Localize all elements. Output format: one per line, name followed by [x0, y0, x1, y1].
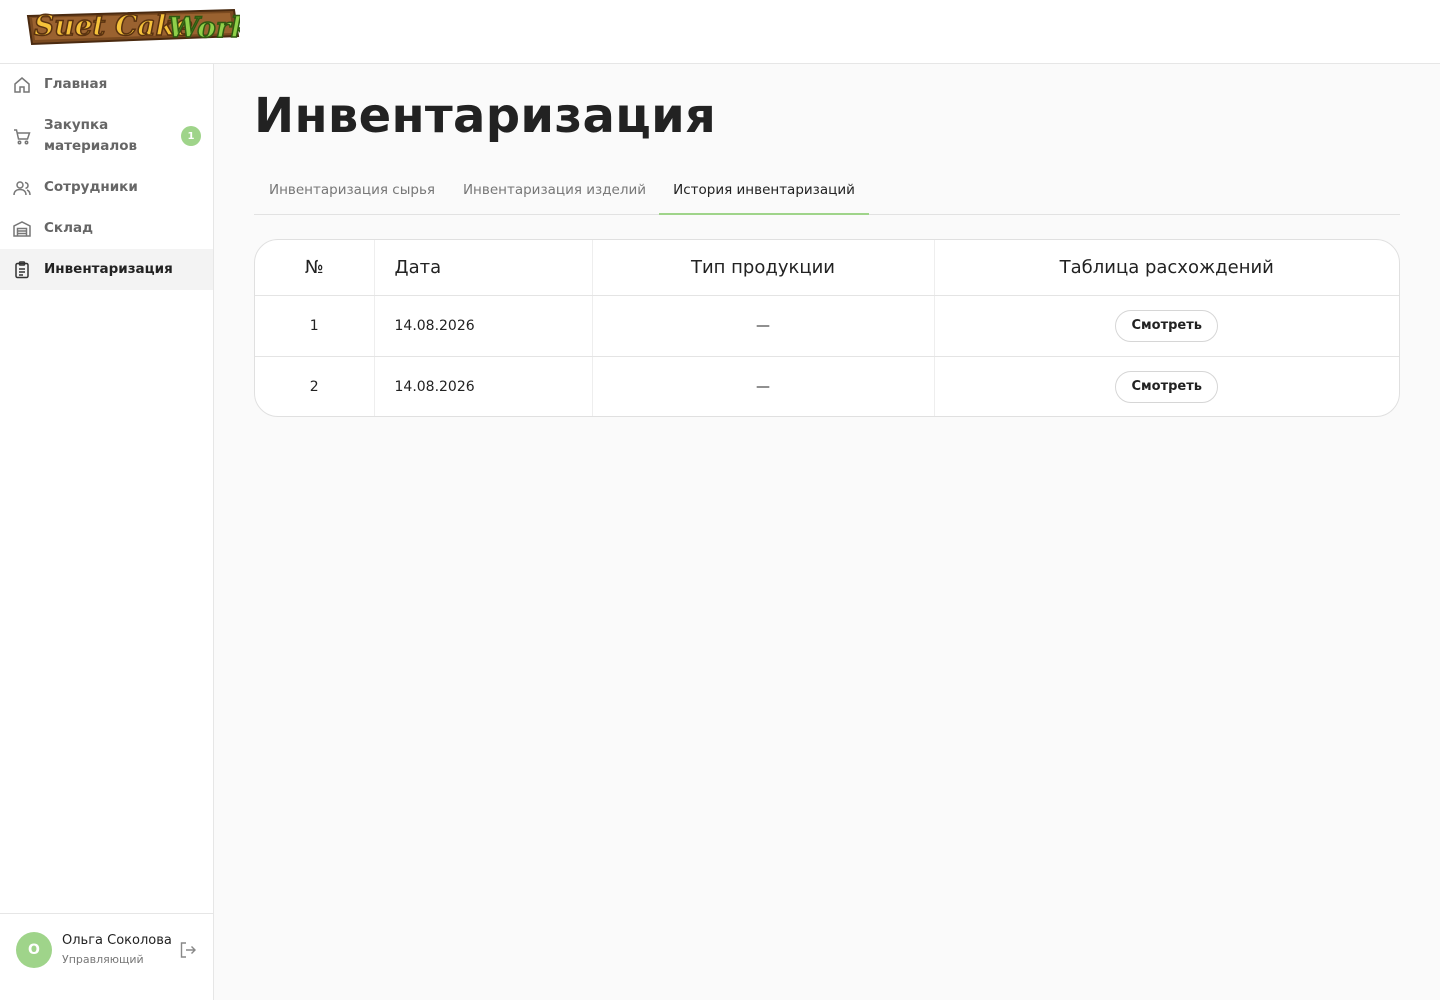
top-bar: Suet Cake Work	[0, 0, 1440, 64]
tab-bar: Инвентаризация сырья Инвентаризация изде…	[254, 170, 1400, 215]
tab-products[interactable]: Инвентаризация изделий	[450, 170, 659, 215]
sidebar-item-inventory[interactable]: Инвентаризация	[0, 249, 213, 290]
cell-action: Смотреть	[934, 295, 1399, 357]
tab-history[interactable]: История инвентаризаций	[659, 170, 869, 215]
table-row: 2 14.08.2026 — Смотреть	[255, 356, 1399, 416]
sidebar-item-label: Инвентаризация	[44, 261, 173, 277]
users-icon	[13, 181, 31, 196]
clipboard-icon	[15, 261, 29, 279]
sidebar-item-label: Закупка материалов	[44, 117, 138, 154]
user-role: Управляющий	[62, 953, 144, 966]
cell-product-type: —	[592, 295, 935, 357]
cell-date: 14.08.2026	[374, 295, 593, 357]
view-button[interactable]: Смотреть	[1115, 309, 1218, 342]
column-header-date: Дата	[374, 240, 593, 296]
cell-product-type: —	[592, 356, 935, 416]
sidebar-item-employees[interactable]: Сотрудники	[0, 167, 213, 208]
user-name: Ольга Соколова	[62, 933, 172, 948]
logout-icon[interactable]	[178, 940, 198, 960]
sidebar-item-label: Склад	[44, 220, 93, 236]
sidebar: Главная Закупка материалов 1 Сотрудники …	[0, 64, 214, 1000]
column-header-discrepancy-table: Таблица расхождений	[934, 240, 1399, 296]
table-header-row: № Дата Тип продукции Таблица расхождений	[255, 240, 1399, 296]
column-header-number: №	[255, 240, 375, 296]
app-logo[interactable]: Suet Cake Work	[22, 2, 240, 48]
view-button[interactable]: Смотреть	[1115, 370, 1218, 403]
sidebar-item-warehouse[interactable]: Склад	[0, 208, 213, 249]
cell-number: 1	[255, 295, 375, 357]
notification-badge: 1	[181, 126, 201, 146]
cell-number: 2	[255, 356, 375, 416]
sidebar-item-home[interactable]: Главная	[0, 64, 213, 105]
cell-date: 14.08.2026	[374, 356, 593, 416]
column-header-product-type: Тип продукции	[592, 240, 935, 296]
sidebar-item-label: Главная	[44, 76, 108, 92]
table-row: 1 14.08.2026 — Смотреть	[255, 295, 1399, 357]
cart-icon	[14, 129, 31, 145]
cell-action: Смотреть	[934, 356, 1399, 416]
sidebar-item-purchase[interactable]: Закупка материалов 1	[0, 105, 213, 167]
warehouse-icon	[13, 221, 31, 237]
inventory-history-table: № Дата Тип продукции Таблица расхождений…	[254, 239, 1400, 417]
avatar[interactable]: О	[16, 932, 52, 968]
sidebar-item-label: Сотрудники	[44, 179, 138, 195]
logo-text-accent: Work	[168, 11, 240, 44]
tab-raw-materials[interactable]: Инвентаризация сырья	[254, 170, 450, 215]
page-title: Инвентаризация	[254, 88, 717, 144]
home-icon	[14, 77, 30, 93]
user-profile: О Ольга Соколова Управляющий	[0, 913, 213, 1000]
